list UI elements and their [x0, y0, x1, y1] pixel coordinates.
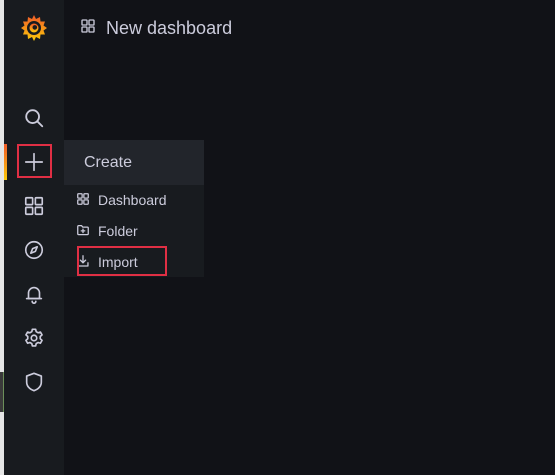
- nav-configuration[interactable]: [16, 320, 52, 356]
- nav-server-admin[interactable]: [16, 364, 52, 400]
- import-icon: [76, 254, 90, 271]
- page-header: New dashboard: [80, 14, 232, 42]
- create-menu-header[interactable]: Create: [64, 140, 204, 185]
- bell-icon: [23, 283, 45, 305]
- create-menu-title: Create: [84, 153, 133, 171]
- apps-grid-icon: [23, 195, 45, 217]
- nav-explore[interactable]: [16, 232, 52, 268]
- app-window: New dashboard Create Dashboard Folder Im…: [0, 0, 555, 475]
- sidebar: [4, 0, 64, 475]
- create-menu: Create Dashboard Folder Import: [64, 140, 204, 277]
- nav-search[interactable]: [16, 100, 52, 136]
- menu-item-label: Dashboard: [98, 192, 167, 208]
- plus-icon: [23, 151, 45, 173]
- active-indicator: [4, 144, 7, 180]
- menu-item-label: Folder: [98, 223, 138, 239]
- menu-item-label: Import: [98, 254, 138, 270]
- gear-icon: [23, 327, 45, 349]
- folder-plus-icon: [76, 223, 90, 240]
- menu-item-folder[interactable]: Folder: [76, 218, 138, 244]
- compass-icon: [23, 239, 45, 261]
- nav-alerting[interactable]: [16, 276, 52, 312]
- menu-item-dashboard[interactable]: Dashboard: [76, 187, 167, 213]
- menu-item-import[interactable]: Import: [76, 249, 138, 275]
- search-icon: [23, 107, 45, 129]
- nav-dashboards[interactable]: [16, 188, 52, 224]
- grafana-logo[interactable]: [18, 12, 50, 44]
- apps-grid-icon: [76, 192, 90, 209]
- nav-create[interactable]: [16, 144, 52, 180]
- page-title[interactable]: New dashboard: [106, 18, 232, 39]
- shield-icon: [23, 371, 45, 393]
- apps-grid-icon: [80, 18, 96, 39]
